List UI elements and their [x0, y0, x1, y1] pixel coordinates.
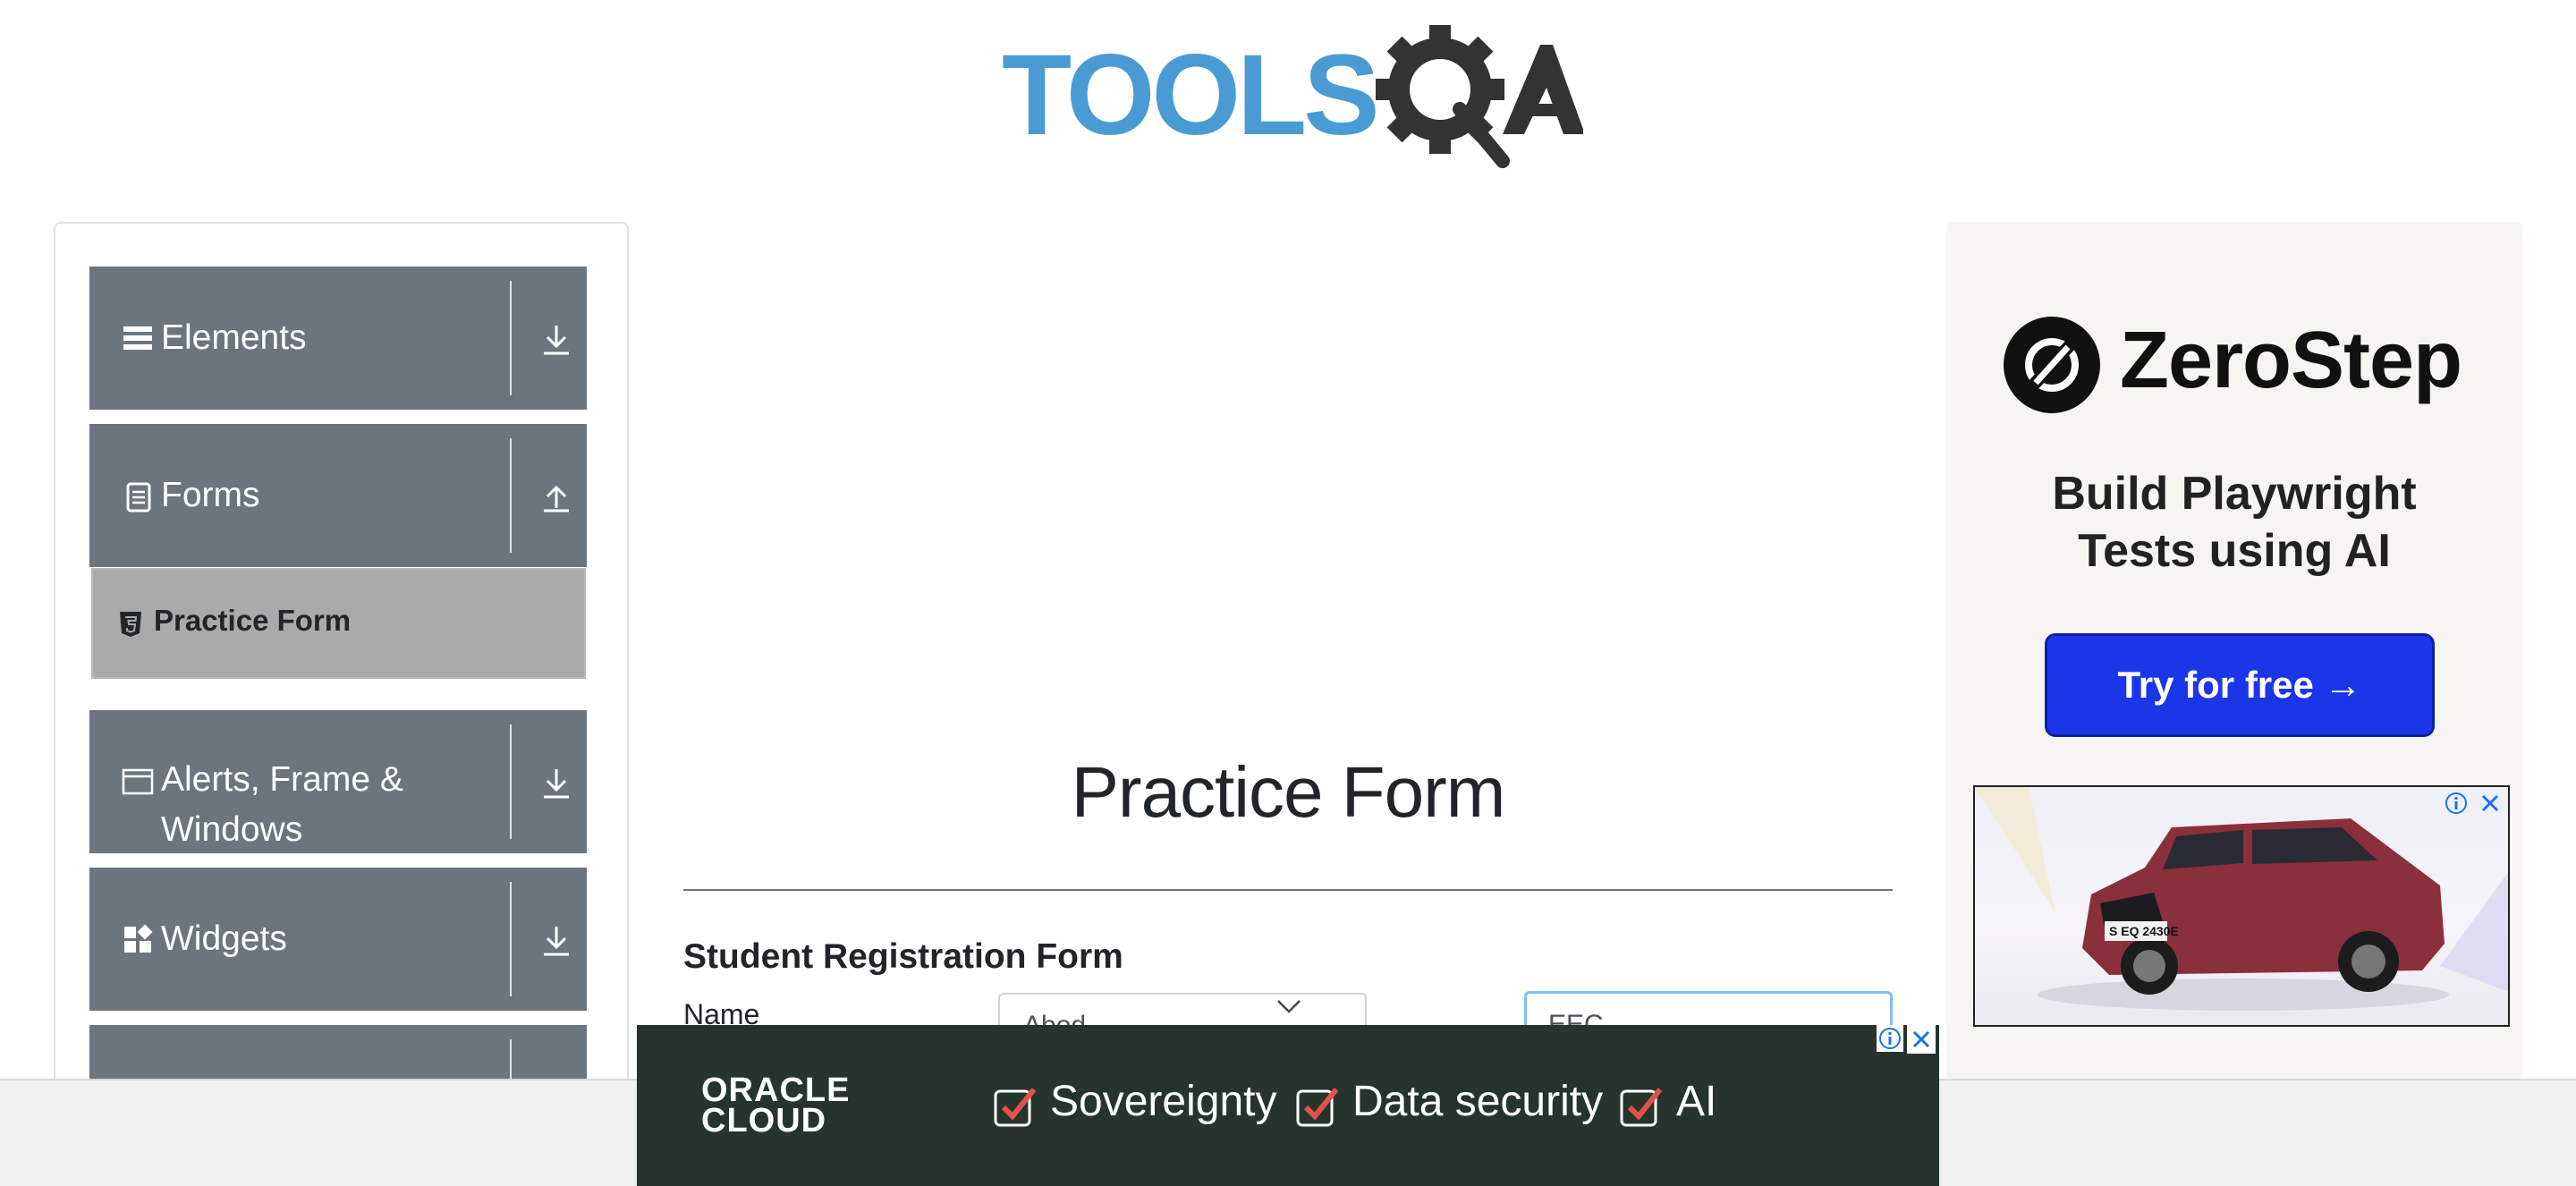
download-arrow-icon[interactable] [537, 764, 576, 803]
html5-icon [120, 612, 141, 637]
sidebar-group-forms[interactable]: Forms [89, 424, 587, 567]
title-divider [683, 889, 1893, 891]
checkbox-icon [1296, 1088, 1339, 1127]
widgets-icon [124, 924, 153, 953]
ad-info-icon[interactable] [2444, 791, 2469, 816]
checkbox-icon [1620, 1088, 1663, 1127]
hamburger-icon [123, 326, 152, 350]
sidebar-group-label: Elements [161, 318, 307, 357]
page-title: Practice Form [1071, 752, 1506, 832]
download-arrow-icon[interactable] [537, 921, 576, 961]
page: TOOLS Elements Forms Practice Form Alert… [0, 0, 2576, 1186]
sidebar-group-widgets[interactable]: Widgets [89, 868, 587, 1011]
checkbox-icon [994, 1088, 1037, 1127]
chevron-down-icon [1277, 1000, 1301, 1013]
oracle-cloud-logo: ORACLE CLOUD [701, 1072, 851, 1139]
ad-close-icon[interactable] [2478, 791, 2503, 816]
oracle-cloud-ad[interactable]: ORACLE CLOUD Sovereignty Data security A… [637, 1025, 1939, 1186]
divider [510, 724, 512, 839]
sidebar-item-practice-form[interactable]: Practice Form [91, 568, 586, 679]
ad-tagline: Build Playwright Tests using AI [1946, 465, 2522, 580]
upload-arrow-icon[interactable] [537, 478, 576, 517]
sidebar-group-label: Alerts, Frame & [161, 760, 403, 799]
document-icon [126, 482, 151, 513]
ad-close-icon[interactable] [1907, 1025, 1936, 1054]
download-arrow-icon[interactable] [537, 320, 576, 360]
car-plate: S EQ 2430E [2109, 924, 2179, 938]
try-for-free-button[interactable]: Try for free → [2045, 633, 2435, 737]
svg-text:TOOLS: TOOLS [1002, 31, 1377, 159]
sidebar-group-label: Widgets [161, 919, 287, 958]
logo-line2: CLOUD [701, 1102, 827, 1139]
divider [510, 882, 512, 996]
ad-tagline-line2: Tests using AI [2078, 525, 2391, 577]
logo-line1: ORACLE [701, 1072, 851, 1109]
ad-item-sovereignty: Sovereignty [1050, 1078, 1277, 1125]
sidebar-item-label: Practice Form [154, 604, 352, 637]
car-image: S EQ 2430E [1975, 787, 2508, 1011]
ad-brand: ZeroStep [2120, 316, 2462, 405]
form-title: Student Registration Form [683, 937, 1123, 976]
toolsqa-logo[interactable]: TOOLS [1002, 25, 1583, 168]
ad-tagline-line1: Build Playwright [2052, 468, 2417, 520]
car-ad[interactable]: S EQ 2430E [1973, 785, 2510, 1027]
sidebar-group-label: Forms [161, 476, 260, 514]
sidebar-group-label-line2: Windows [161, 810, 303, 849]
sidebar-group-elements[interactable]: Elements [89, 267, 587, 410]
window-icon [122, 768, 154, 795]
divider [510, 281, 512, 395]
ad-info-icon[interactable] [1877, 1025, 1903, 1052]
zerostep-logo-icon [2004, 317, 2100, 413]
ad-item-ai: AI [1676, 1078, 1717, 1125]
divider [510, 438, 512, 553]
ad-item-data-security: Data security [1352, 1078, 1604, 1125]
sidebar-group-alerts-frame-windows[interactable]: Alerts, Frame & Windows [89, 710, 587, 853]
